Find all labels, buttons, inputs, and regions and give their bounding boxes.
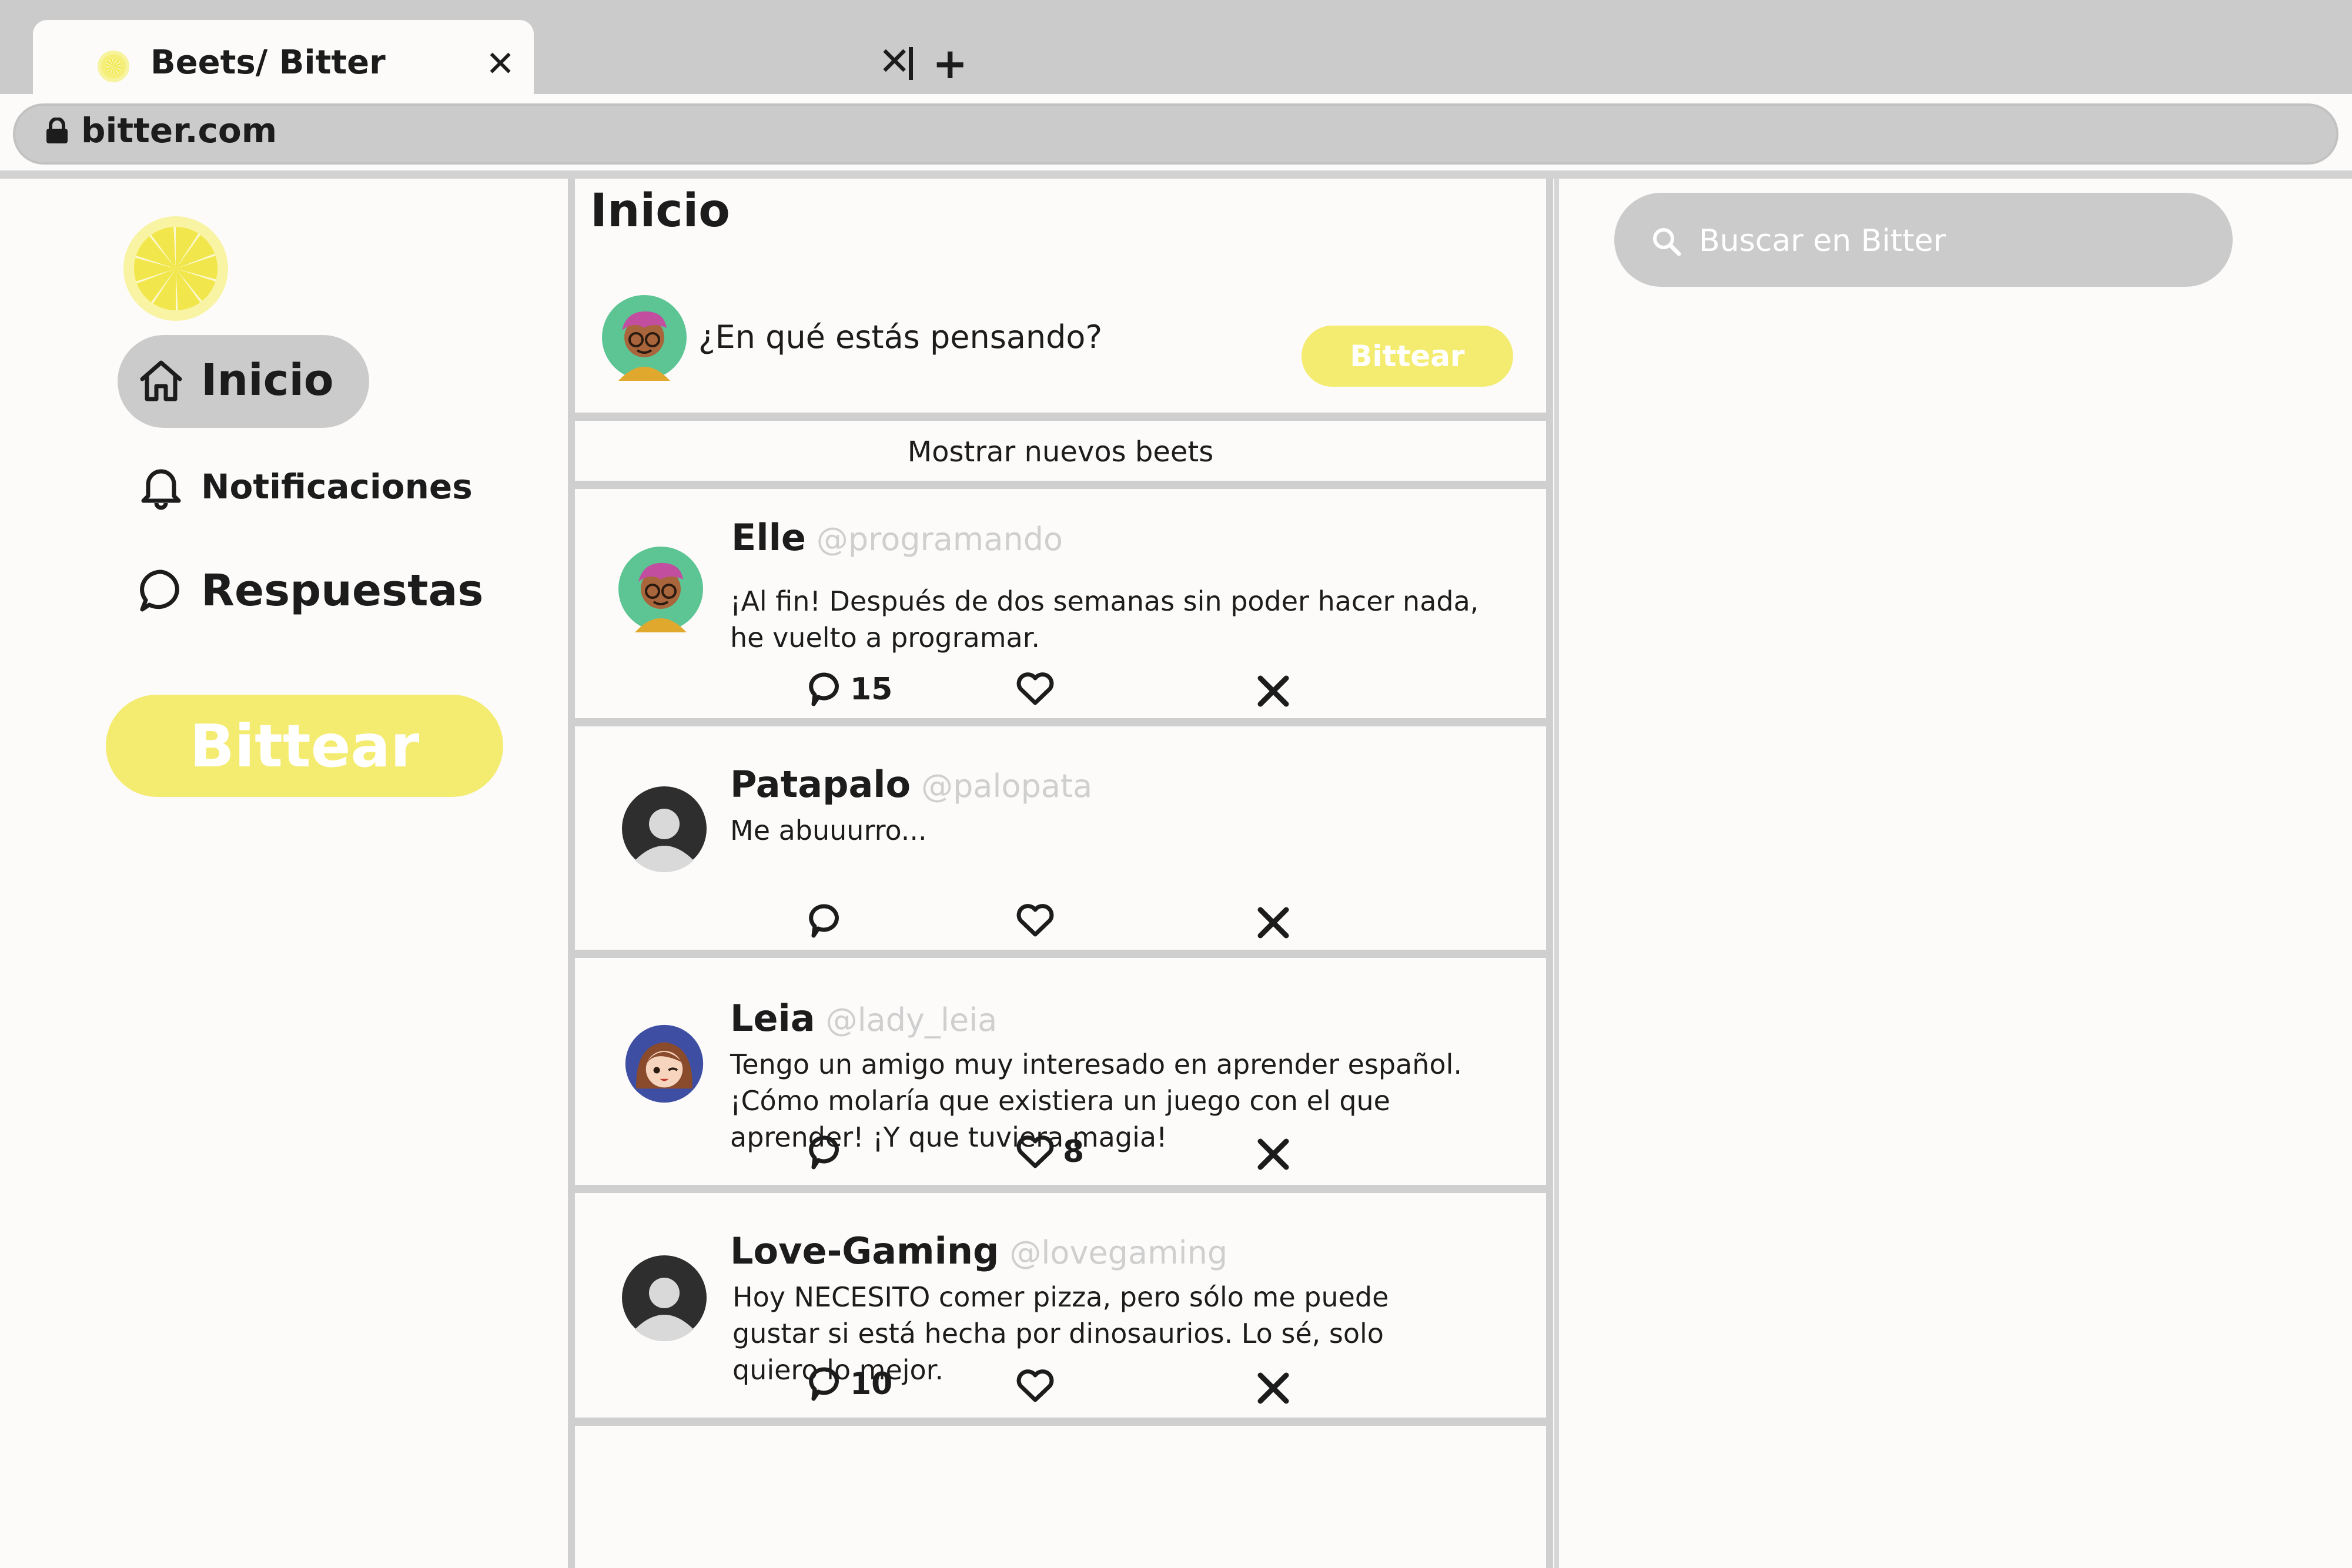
post-author-name: Elle	[731, 516, 806, 559]
dismiss-button[interactable]	[1256, 1371, 1291, 1406]
speech-bubble-icon	[140, 569, 179, 612]
post-author[interactable]: Patapalo @palopata	[730, 763, 1092, 806]
search-input[interactable]	[1699, 217, 2181, 264]
like-button[interactable]	[1016, 903, 1063, 938]
reply-button[interactable]: 15	[808, 671, 892, 708]
reply-button[interactable]	[808, 1134, 850, 1171]
reply-icon	[809, 1367, 839, 1401]
tab-title: Beets/ Bitter	[150, 43, 386, 82]
new-tab-icon[interactable]: +	[932, 39, 968, 88]
post-author-name: Patapalo	[730, 763, 911, 806]
bittear-button[interactable]: Bittear	[106, 695, 503, 797]
composer-input[interactable]	[698, 315, 1227, 359]
post-card[interactable]: Patapalo @palopata Me abuuurro...	[575, 726, 1546, 950]
like-button[interactable]	[1016, 1368, 1063, 1403]
post-author-handle: @lovegaming	[1009, 1234, 1228, 1271]
close-icon	[1257, 675, 1289, 707]
like-count: 8	[1063, 1134, 1085, 1170]
lemon-logo-icon[interactable]	[123, 216, 228, 321]
divider	[574, 718, 1547, 726]
post-author-name: Leia	[730, 997, 815, 1040]
bell-icon	[141, 469, 181, 510]
heart-icon	[1016, 1369, 1054, 1402]
reply-count: 10	[850, 1366, 893, 1402]
post-author[interactable]: Elle @programando	[731, 516, 1063, 559]
dismiss-button[interactable]	[1256, 905, 1291, 940]
avatar[interactable]	[621, 1254, 708, 1341]
post-author[interactable]: Love-Gaming @lovegaming	[730, 1229, 1227, 1272]
avatar[interactable]	[601, 294, 688, 381]
heart-icon	[1016, 904, 1054, 937]
sidebar-item-label: Respuestas	[201, 565, 484, 616]
address-url[interactable]: bitter.com	[81, 110, 277, 150]
browser-tab[interactable]: Beets/ Bitter ✕	[33, 20, 534, 94]
timeline-left-border	[568, 179, 575, 1568]
post-author-handle: @lady_leia	[825, 1001, 998, 1038]
post-text: ¡Al fin! Después de dos semanas sin pode…	[730, 585, 1479, 654]
heart-icon	[1016, 1135, 1054, 1168]
reply-count: 15	[850, 672, 893, 707]
composer-bittear-button[interactable]: Bittear	[1302, 326, 1513, 387]
dismiss-button[interactable]	[1256, 1137, 1291, 1172]
divider	[574, 1185, 1547, 1193]
home-icon	[140, 360, 182, 401]
close-tab-icon[interactable]: ✕	[878, 39, 911, 84]
reply-icon	[809, 1135, 839, 1170]
divider	[574, 481, 1547, 489]
post-author-handle: @palopata	[921, 768, 1093, 805]
reply-icon	[809, 904, 839, 938]
lock-icon	[46, 118, 68, 143]
address-bar[interactable]	[13, 103, 2338, 165]
lemon-favicon-icon	[98, 51, 129, 82]
sidebar-item-respuestas[interactable]: Respuestas	[136, 565, 483, 616]
post-card[interactable]: Elle @programando ¡Al fin! Después de dos…	[575, 489, 1546, 718]
close-icon	[1257, 907, 1289, 939]
show-new-beets-link[interactable]: Mostrar nuevos beets	[575, 421, 1546, 483]
close-tab-icon[interactable]: ✕	[486, 43, 515, 85]
post-text: Me abuuurro...	[730, 815, 927, 846]
close-icon	[1257, 1138, 1289, 1170]
sidebar-item-label: Notificaciones	[201, 467, 473, 507]
avatar[interactable]	[624, 1024, 704, 1104]
page-title: Inicio	[590, 185, 730, 237]
divider	[574, 413, 1547, 421]
column-divider	[1554, 179, 1559, 1568]
reply-button[interactable]	[808, 903, 850, 939]
dismiss-button[interactable]	[1256, 674, 1291, 709]
timeline-right-border	[1546, 179, 1553, 1568]
close-icon	[1257, 1372, 1289, 1404]
like-button[interactable]	[1016, 671, 1063, 706]
post-author-name: Love-Gaming	[730, 1229, 999, 1272]
sidebar-item-label: Inicio	[201, 355, 334, 406]
divider	[574, 950, 1547, 958]
chrome-divider	[0, 170, 2352, 179]
post-author[interactable]: Leia @lady_leia	[730, 997, 997, 1040]
avatar[interactable]	[621, 785, 708, 872]
post-card[interactable]: Leia @lady_leia Tengo un amigo muy intere…	[575, 958, 1546, 1185]
sidebar-item-inicio[interactable]: Inicio	[136, 355, 334, 406]
divider	[574, 1418, 1547, 1426]
reply-icon	[809, 672, 839, 706]
avatar[interactable]	[617, 545, 704, 632]
sidebar-item-notificaciones[interactable]: Notificaciones	[136, 462, 473, 511]
tab-divider	[909, 47, 913, 80]
reply-button[interactable]: 10	[808, 1366, 892, 1402]
search-icon	[1653, 228, 1681, 256]
post-card[interactable]: Love-Gaming @lovegaming Hoy NECESITO come…	[575, 1193, 1546, 1420]
heart-icon	[1016, 672, 1054, 705]
like-button[interactable]: 8	[1016, 1134, 1084, 1170]
post-author-handle: @programando	[816, 521, 1063, 558]
